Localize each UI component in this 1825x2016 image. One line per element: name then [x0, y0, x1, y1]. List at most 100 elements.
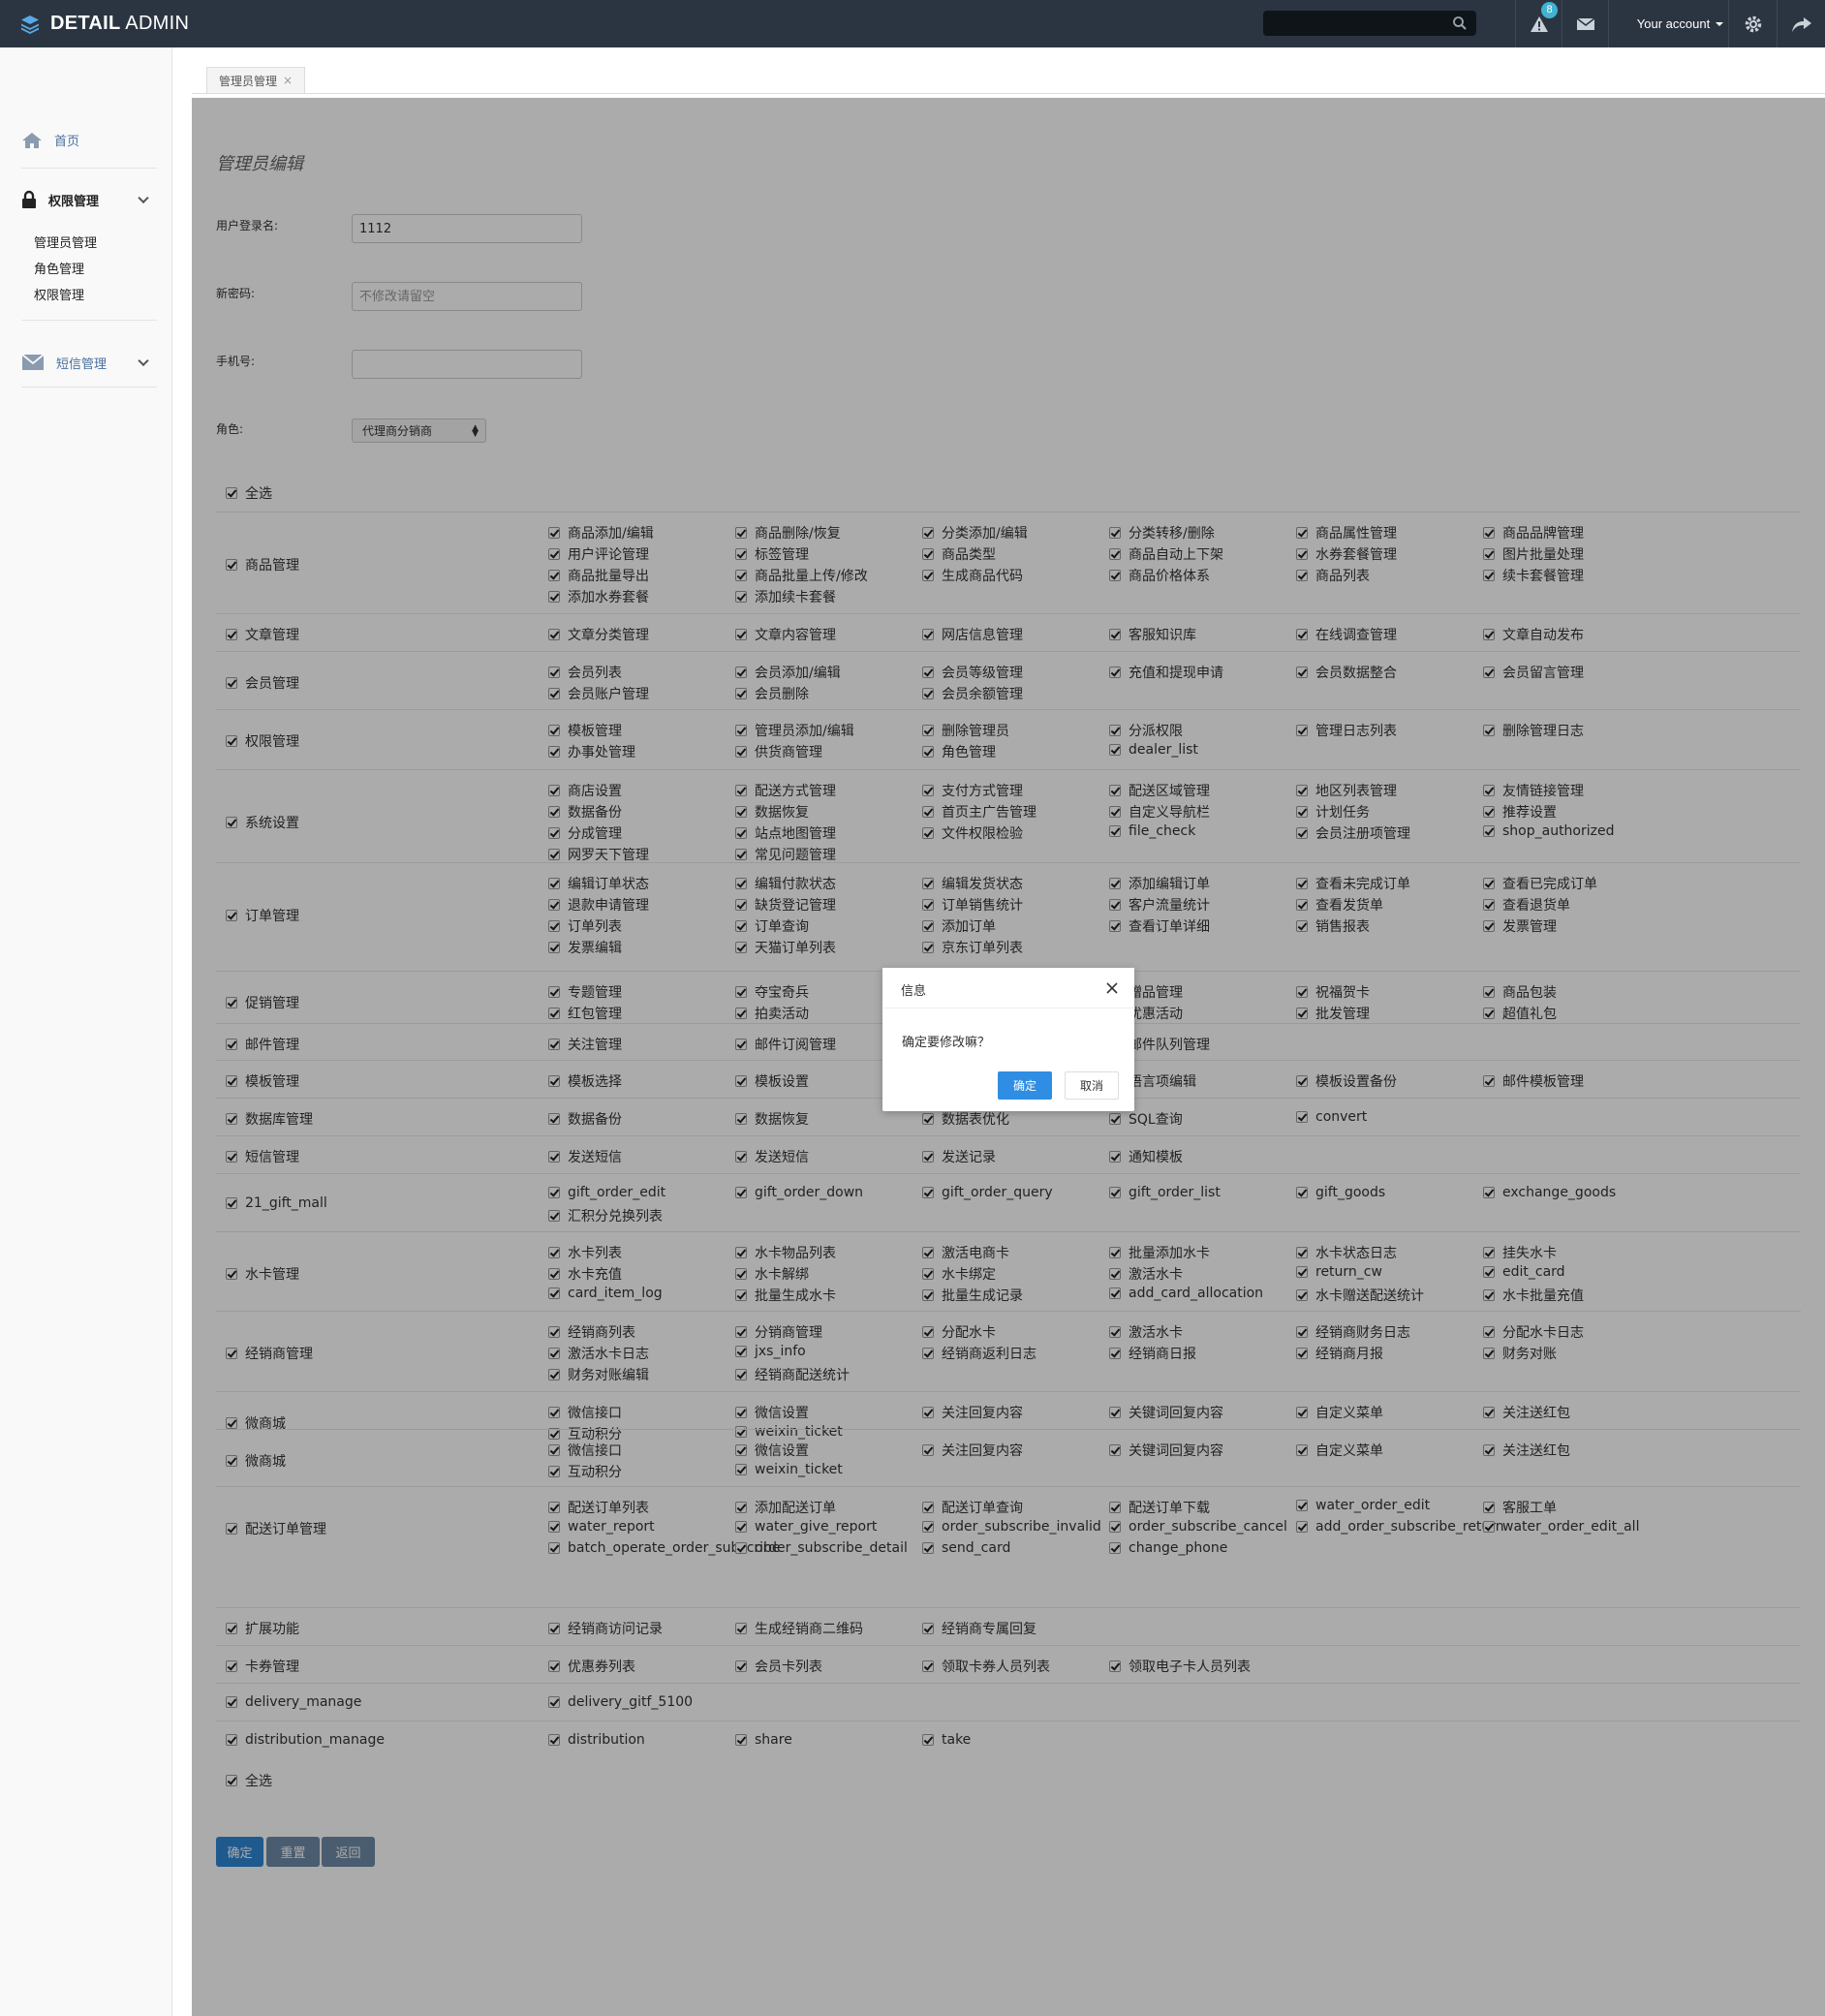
permission-item[interactable]: 会员留言管理 — [1483, 663, 1584, 682]
permission-item[interactable]: order_subscribe_invalid — [922, 1519, 1101, 1535]
permission-item[interactable]: 分配水卡日志 — [1483, 1322, 1584, 1342]
permission-item[interactable]: 模板设置 — [735, 1071, 809, 1091]
checkbox[interactable] — [226, 1734, 237, 1746]
permission-item[interactable]: 计划任务 — [1296, 802, 1370, 822]
checkbox[interactable] — [1483, 1289, 1495, 1301]
checkbox[interactable] — [1296, 1500, 1308, 1511]
checkbox[interactable] — [548, 785, 560, 796]
permission-item[interactable]: 互动积分 — [548, 1462, 622, 1481]
checkbox[interactable] — [1483, 825, 1495, 837]
checkbox[interactable] — [735, 1426, 747, 1438]
checkbox[interactable] — [1296, 725, 1308, 736]
permission-item[interactable]: 推荐设置 — [1483, 802, 1557, 822]
permission-item[interactable]: 删除管理日志 — [1483, 721, 1584, 740]
permission-item[interactable]: gift_order_list — [1109, 1185, 1221, 1200]
permission-group[interactable]: 会员管理 — [226, 673, 299, 693]
permission-item[interactable]: 分成管理 — [548, 823, 622, 843]
chevron-down-icon[interactable] — [138, 355, 149, 367]
permission-group[interactable]: 微商城 — [226, 1413, 286, 1433]
checkbox[interactable] — [548, 806, 560, 818]
checkbox[interactable] — [922, 1289, 934, 1301]
checkbox[interactable] — [1296, 1075, 1308, 1087]
checkbox[interactable] — [1483, 570, 1495, 581]
permission-item[interactable]: 办事处管理 — [548, 742, 635, 761]
checkbox[interactable] — [922, 725, 934, 736]
permission-item[interactable]: 分销商管理 — [735, 1322, 822, 1342]
checkbox[interactable] — [1296, 986, 1308, 998]
permission-item[interactable]: 领取卡券人员列表 — [922, 1657, 1050, 1676]
checkbox[interactable] — [548, 1502, 560, 1513]
permission-item[interactable]: 图片批量处理 — [1483, 544, 1584, 564]
permission-item[interactable]: 邮件模板管理 — [1483, 1071, 1584, 1091]
checkbox[interactable] — [922, 527, 934, 539]
checkbox[interactable] — [548, 1151, 560, 1163]
checkbox[interactable] — [1109, 1444, 1121, 1456]
checkbox[interactable] — [226, 997, 237, 1008]
permission-item[interactable]: 模板设置备份 — [1296, 1071, 1397, 1091]
reset-button[interactable]: 重置 — [266, 1837, 320, 1867]
checkbox[interactable] — [735, 899, 747, 911]
permission-item[interactable]: 标签管理 — [735, 544, 809, 564]
permission-item[interactable]: 祝福贺卡 — [1296, 982, 1370, 1002]
permission-item[interactable]: 删除管理员 — [922, 721, 1009, 740]
permission-item[interactable]: 管理员添加/编辑 — [735, 721, 854, 740]
checkbox[interactable] — [1483, 629, 1495, 640]
permission-item[interactable]: 商品添加/编辑 — [548, 523, 654, 543]
permission-item[interactable]: 专题管理 — [548, 982, 622, 1002]
checkbox[interactable] — [548, 849, 560, 860]
permission-item[interactable]: 发送短信 — [548, 1147, 622, 1166]
permission-item[interactable]: gift_goods — [1296, 1185, 1385, 1200]
checkbox[interactable] — [735, 1660, 747, 1672]
checkbox[interactable] — [922, 1407, 934, 1418]
checkbox[interactable] — [548, 1542, 560, 1554]
permission-item[interactable]: water_give_report — [735, 1519, 877, 1535]
checkbox[interactable] — [548, 1466, 560, 1477]
checkbox[interactable] — [922, 878, 934, 889]
checkbox[interactable] — [1109, 1247, 1121, 1258]
checkbox[interactable] — [735, 548, 747, 560]
permission-group[interactable]: 微商城 — [226, 1451, 286, 1471]
checkbox[interactable] — [922, 1521, 934, 1533]
checkbox[interactable] — [1296, 570, 1308, 581]
permission-item[interactable]: 数据恢复 — [735, 802, 809, 822]
permission-item[interactable]: 会员列表 — [548, 663, 622, 682]
checkbox[interactable] — [1296, 1326, 1308, 1338]
close-icon[interactable]: × — [283, 74, 293, 87]
checkbox[interactable] — [735, 806, 747, 818]
checkbox[interactable] — [1483, 920, 1495, 932]
checkbox[interactable] — [735, 785, 747, 796]
permission-item[interactable]: 用户评论管理 — [548, 544, 649, 564]
checkbox[interactable] — [1296, 878, 1308, 889]
checkbox[interactable] — [735, 591, 747, 603]
permission-item[interactable]: 常见问题管理 — [735, 845, 836, 864]
checkbox[interactable] — [1109, 806, 1121, 818]
permission-item[interactable]: 会员卡列表 — [735, 1657, 822, 1676]
checkbox[interactable] — [226, 1660, 237, 1672]
tab-admin-management[interactable]: 管理员管理 × — [206, 67, 306, 93]
checkbox[interactable] — [735, 1326, 747, 1338]
checkbox[interactable] — [226, 1623, 237, 1634]
permission-item[interactable]: delivery_gitf_5100 — [548, 1694, 693, 1710]
checkbox[interactable] — [735, 725, 747, 736]
checkbox[interactable] — [226, 817, 237, 828]
dialog-cancel-button[interactable]: 取消 — [1065, 1071, 1119, 1100]
permission-item[interactable]: 水卡解绑 — [735, 1264, 809, 1284]
permission-group[interactable]: delivery_manage — [226, 1694, 361, 1710]
checkbox[interactable] — [922, 1502, 934, 1513]
permission-item[interactable]: 经销商专属回复 — [922, 1619, 1036, 1638]
permission-group[interactable]: 权限管理 — [226, 731, 299, 751]
permission-group[interactable]: 水卡管理 — [226, 1264, 299, 1284]
role-select[interactable]: 代理商分销商 ▲ ▼ — [352, 419, 486, 443]
permission-item[interactable]: 批量生成水卡 — [735, 1286, 836, 1305]
checkbox[interactable] — [548, 1113, 560, 1125]
permission-item[interactable]: order_subscribe_detail — [735, 1540, 908, 1556]
permission-item[interactable]: 财务对账编辑 — [548, 1365, 649, 1384]
checkbox[interactable] — [922, 785, 934, 796]
checkbox[interactable] — [226, 559, 237, 571]
permission-item[interactable]: exchange_goods — [1483, 1185, 1616, 1200]
permission-group[interactable]: 经销商管理 — [226, 1344, 313, 1363]
username-input[interactable] — [352, 214, 582, 243]
checkbox[interactable] — [1483, 548, 1495, 560]
checkbox[interactable] — [1296, 1521, 1308, 1533]
checkbox[interactable] — [548, 1187, 560, 1198]
